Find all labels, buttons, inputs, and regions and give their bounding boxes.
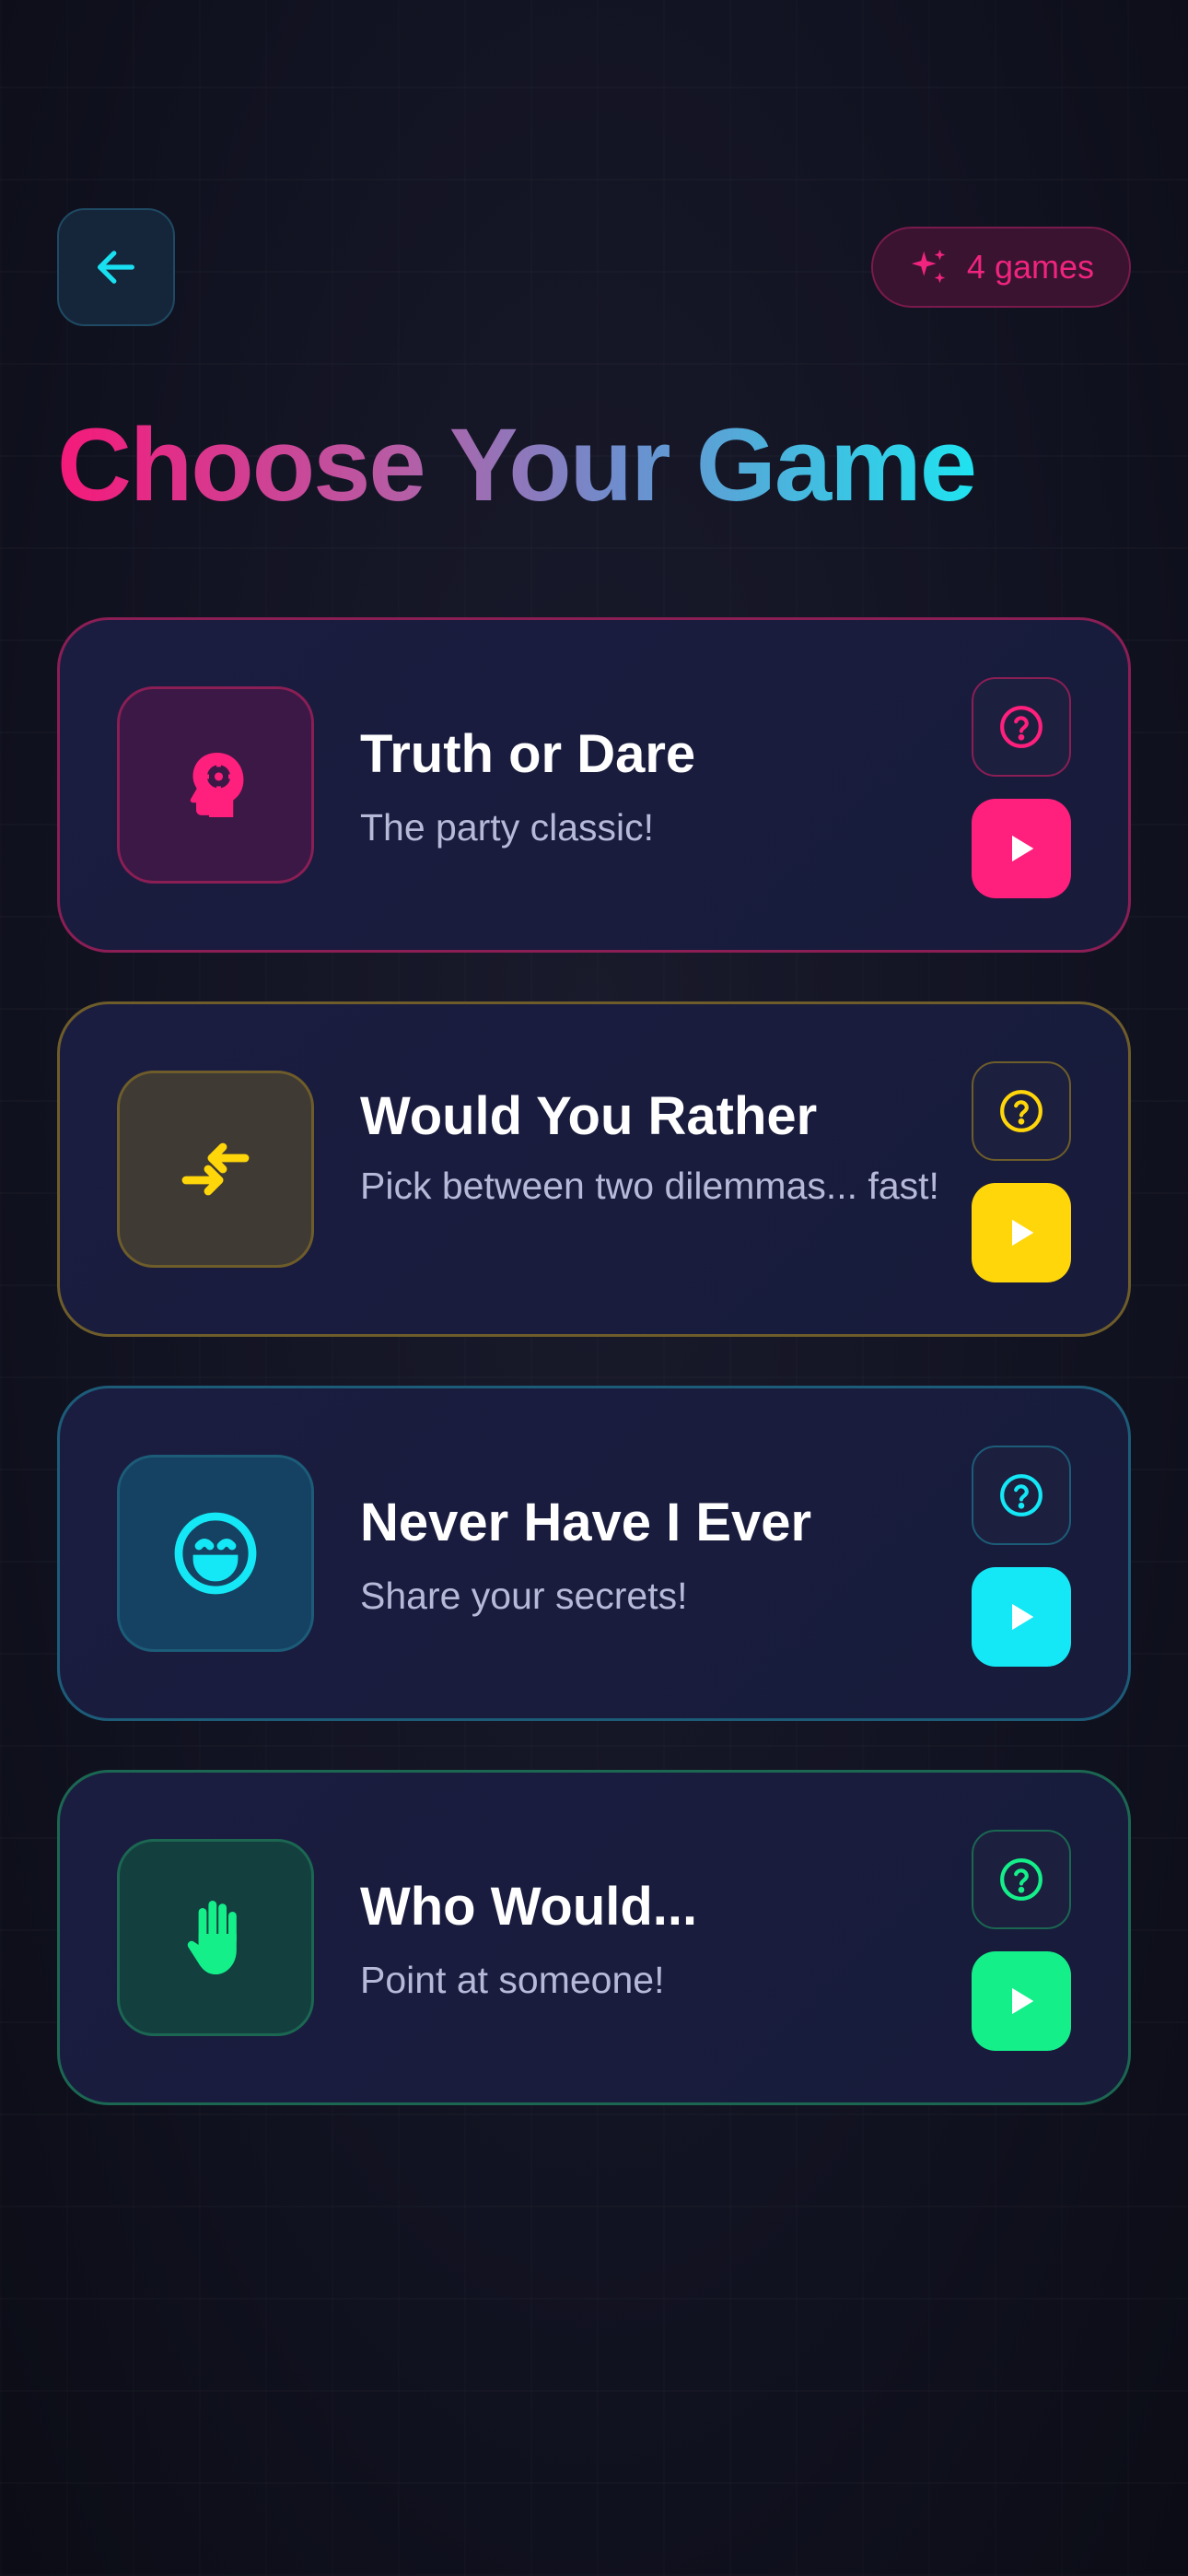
game-subtitle: The party classic! xyxy=(360,806,654,849)
question-circle-icon xyxy=(1000,706,1042,748)
play-icon xyxy=(1012,1987,1034,2015)
smile-icon xyxy=(174,1512,257,1595)
raised-hand-icon xyxy=(187,1901,237,1974)
head-gear-icon xyxy=(190,753,244,817)
game-card-truth-or-dare[interactable]: Truth or Dare The party classic! xyxy=(57,617,1131,953)
game-icon-box xyxy=(117,1071,314,1268)
play-icon xyxy=(1012,835,1034,862)
game-subtitle: Pick between two dilemmas... fast! xyxy=(360,1165,939,1207)
swap-arrows-icon xyxy=(181,1142,250,1196)
game-card-never-have-i-ever[interactable]: Never Have I Ever Share your secrets! xyxy=(57,1386,1131,1721)
play-icon xyxy=(1012,1603,1034,1631)
game-icon-box xyxy=(117,1455,314,1652)
game-icon-box xyxy=(117,1839,314,2036)
game-card-who-would[interactable]: Who Would... Point at someone! xyxy=(57,1770,1131,2105)
page-title: Choose Your Game xyxy=(57,407,977,522)
play-button[interactable] xyxy=(972,1183,1071,1282)
game-subtitle: Point at someone! xyxy=(360,1959,665,2001)
play-button[interactable] xyxy=(972,1567,1071,1667)
help-button[interactable] xyxy=(972,1446,1071,1545)
back-button[interactable] xyxy=(57,208,175,326)
question-circle-icon xyxy=(1000,1090,1042,1132)
play-button[interactable] xyxy=(972,799,1071,898)
game-icon-box xyxy=(117,686,314,884)
help-button[interactable] xyxy=(972,677,1071,777)
game-title: Would You Rather xyxy=(360,1086,818,1146)
game-card-would-you-rather[interactable]: Would You Rather Pick between two dilemm… xyxy=(57,1001,1131,1337)
question-circle-icon xyxy=(1000,1474,1042,1516)
help-button[interactable] xyxy=(972,1061,1071,1161)
sparkles-icon xyxy=(911,249,946,284)
game-title: Truth or Dare xyxy=(360,724,696,784)
games-count-badge: 4 games xyxy=(870,227,1131,308)
question-circle-icon xyxy=(1000,1858,1042,1901)
play-icon xyxy=(1012,1219,1034,1247)
badge-label: 4 games xyxy=(966,248,1094,286)
arrow-left-icon xyxy=(98,251,134,284)
game-title: Never Have I Ever xyxy=(360,1493,812,1552)
play-button[interactable] xyxy=(972,1951,1071,2051)
game-subtitle: Share your secrets! xyxy=(360,1575,688,1617)
game-title: Who Would... xyxy=(360,1877,698,1937)
help-button[interactable] xyxy=(972,1830,1071,1929)
